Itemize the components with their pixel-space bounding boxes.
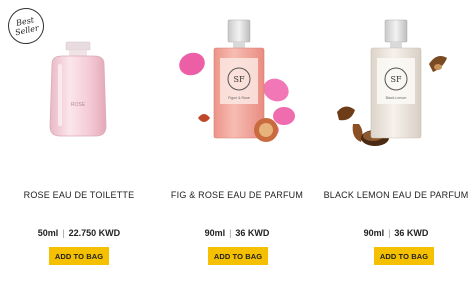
product-name[interactable]: ROSE EAU DE TOILETTE <box>0 190 158 200</box>
product-price: 90ml | 36 KWD <box>317 228 475 238</box>
product-price-value: 36 KWD <box>394 228 429 238</box>
bottle-label-fig-rose: Figue & Rose <box>228 96 250 100</box>
product-card-rose: ROSE ROSE EAU DE TOILETTE 50ml | 22.750 KW… <box>0 0 158 284</box>
product-price-value: 36 KWD <box>235 228 270 238</box>
product-name[interactable]: BLACK LEMON EAU DE PARFUM <box>317 190 475 200</box>
price-separator: | <box>388 228 391 238</box>
product-image-black-lemon[interactable]: SF Black Lemon <box>317 6 475 156</box>
svg-text:SF: SF <box>390 75 401 84</box>
product-size: 50ml <box>37 228 59 238</box>
product-price-value: 22.750 KWD <box>68 228 121 238</box>
product-price: 90ml | 36 KWD <box>158 228 316 238</box>
product-card-black-lemon: SF Black Lemon BLACK LEMON EAU DE PARFUM… <box>317 0 475 284</box>
product-grid: ROSE ROSE EAU DE TOILETTE 50ml | 22.750 KW… <box>0 0 475 284</box>
product-image-fig-rose[interactable]: SF Figue & Rose <box>158 6 316 156</box>
bottle-label-rose: ROSE <box>71 102 86 108</box>
add-to-bag-button[interactable]: ADD TO BAG <box>374 247 434 265</box>
product-name[interactable]: FIG & ROSE EAU DE PARFUM <box>158 190 316 200</box>
bottle-label-black-lemon: Black Lemon <box>386 96 407 100</box>
product-size: 90ml <box>204 228 226 238</box>
add-to-bag-button[interactable]: ADD TO BAG <box>49 247 109 265</box>
product-size: 90ml <box>363 228 385 238</box>
product-card-fig-rose: SF Figue & Rose FIG & ROSE EAU DE PARFUM… <box>158 0 316 284</box>
price-separator: | <box>62 228 65 238</box>
price-separator: | <box>229 228 232 238</box>
svg-text:SF: SF <box>233 75 244 84</box>
add-to-bag-button[interactable]: ADD TO BAG <box>208 247 268 265</box>
product-price: 50ml | 22.750 KWD <box>0 228 158 238</box>
product-image-rose[interactable]: ROSE <box>0 6 158 156</box>
